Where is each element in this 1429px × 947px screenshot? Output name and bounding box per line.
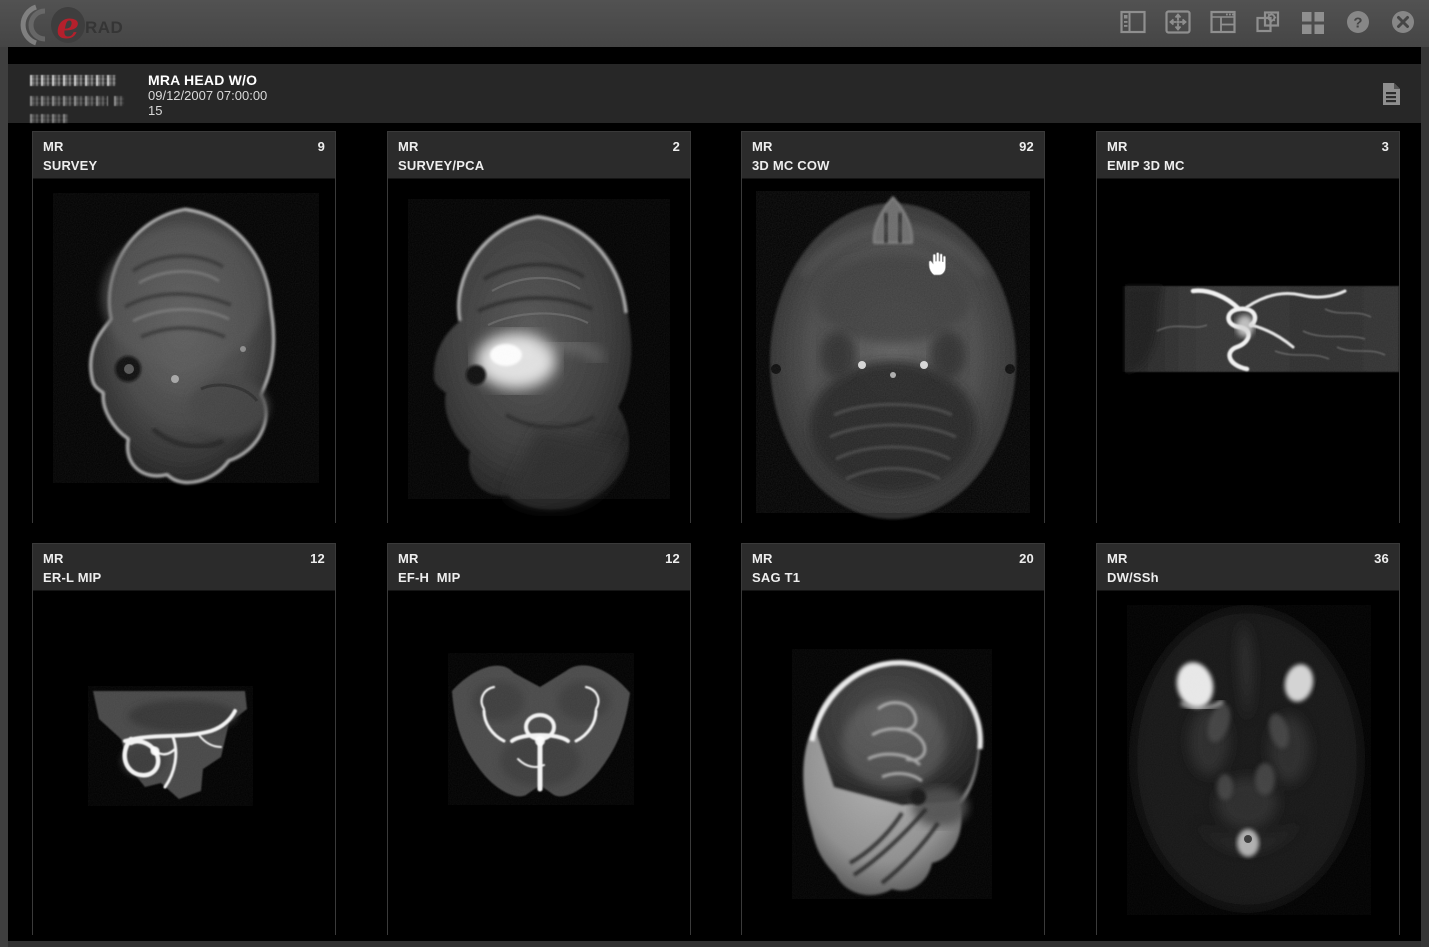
help-icon[interactable]: ? (1344, 8, 1372, 36)
grid-layout-icon[interactable] (1299, 8, 1327, 36)
window-layout-icon[interactable] (1209, 8, 1237, 36)
logo-rad: RAD (85, 18, 123, 37)
logo-e: e (57, 5, 80, 46)
series-tile-sag-t1[interactable]: MR 20 SAG T1 (741, 543, 1045, 935)
series-thumbnail-axial-skull-base[interactable] (742, 179, 1044, 523)
series-name: EMIP 3D MC (1107, 155, 1389, 176)
series-tile-ef-h-mip[interactable]: MR 12 EF-H MIP (387, 543, 691, 935)
report-icon[interactable] (1377, 80, 1405, 108)
window-frame-bottom (8, 941, 1421, 947)
window-frame-left (0, 47, 8, 947)
series-modality: MR (43, 138, 64, 155)
series-thumbnail-mip-angio-band[interactable] (1097, 179, 1399, 523)
series-header: MR 9 SURVEY (33, 132, 335, 179)
series-modality: MR (398, 550, 419, 567)
series-modality: MR (1107, 138, 1128, 155)
series-image-count: 36 (1374, 550, 1389, 567)
series-header: MR 92 3D MC COW (742, 132, 1044, 179)
window-frame-right (1421, 47, 1429, 947)
series-name: ER-L MIP (43, 567, 325, 588)
series-name: SURVEY/PCA (398, 155, 680, 176)
series-image-count: 9 (318, 138, 325, 155)
series-thumbnail-sagittal-survey[interactable] (33, 179, 335, 523)
series-thumbnail-mip-angio-small[interactable] (33, 591, 335, 935)
patient-dob-pixelated (30, 96, 108, 106)
series-thumbnail-mip-angio-crown[interactable] (388, 591, 690, 935)
erad-logo: e RAD (6, 2, 136, 46)
title-bar: e RAD (0, 0, 1429, 47)
series-name: SAG T1 (752, 567, 1034, 588)
window-settings-icon[interactable] (1254, 8, 1282, 36)
series-header: MR 12 ER-L MIP (33, 544, 335, 591)
study-info-bar: MRA HEAD W/O 09/12/2007 07:00:00 15 (8, 64, 1421, 123)
patient-name-redacted (30, 75, 124, 129)
series-image-count: 92 (1019, 138, 1034, 155)
study-title: MRA HEAD W/O (148, 73, 267, 87)
series-header: MR 12 EF-H MIP (388, 544, 690, 591)
series-modality: MR (398, 138, 419, 155)
series-header: MR 3 EMIP 3D MC (1097, 132, 1399, 179)
series-name: 3D MC COW (752, 155, 1034, 176)
patient-name-pixelated (30, 75, 116, 86)
series-image-count: 3 (1382, 138, 1389, 155)
patient-id-pixelated (30, 114, 68, 123)
series-modality: MR (752, 138, 773, 155)
series-tile-3d-mc-cow[interactable]: MR 92 3D MC COW (741, 131, 1045, 523)
series-image-count: 12 (310, 550, 325, 567)
series-thumbnail-sagittal-t1[interactable] (742, 591, 1044, 935)
help-glyph: ? (1353, 15, 1362, 32)
patient-sex-pixelated (114, 96, 124, 106)
series-header: MR 2 SURVEY/PCA (388, 132, 690, 179)
series-thumbnail-diffusion-axial[interactable] (1097, 591, 1399, 935)
series-header: MR 20 SAG T1 (742, 544, 1044, 591)
series-name: DW/SSh (1107, 567, 1389, 588)
series-name: EF-H MIP (398, 567, 680, 588)
series-image-count: 20 (1019, 550, 1034, 567)
series-tile-survey[interactable]: MR 9 SURVEY (32, 131, 336, 523)
series-tile-emip-3d-mc[interactable]: MR 3 EMIP 3D MC (1096, 131, 1400, 523)
series-image-count: 2 (673, 138, 680, 155)
fit-expand-icon[interactable] (1164, 8, 1192, 36)
close-icon[interactable] (1389, 8, 1417, 36)
series-tile-er-l-mip[interactable]: MR 12 ER-L MIP (32, 543, 336, 935)
study-datetime: 09/12/2007 07:00:00 (148, 89, 267, 103)
toolbar: ? (1119, 8, 1417, 36)
series-tile-survey-pca[interactable]: MR 2 SURVEY/PCA (387, 131, 691, 523)
thumbnail-panel-layout-icon[interactable] (1119, 8, 1147, 36)
series-tile-dw-ssh[interactable]: MR 36 DW/SSh (1096, 543, 1400, 935)
study-series-count: 15 (148, 104, 267, 118)
series-image-count: 12 (665, 550, 680, 567)
study-description: MRA HEAD W/O 09/12/2007 07:00:00 15 (148, 73, 267, 118)
series-modality: MR (752, 550, 773, 567)
series-thumbnail-sagittal-pca[interactable] (388, 179, 690, 523)
viewer-window: e RAD (0, 0, 1429, 947)
series-header: MR 36 DW/SSh (1097, 544, 1399, 591)
series-name: SURVEY (43, 155, 325, 176)
series-modality: MR (1107, 550, 1128, 567)
series-modality: MR (43, 550, 64, 567)
